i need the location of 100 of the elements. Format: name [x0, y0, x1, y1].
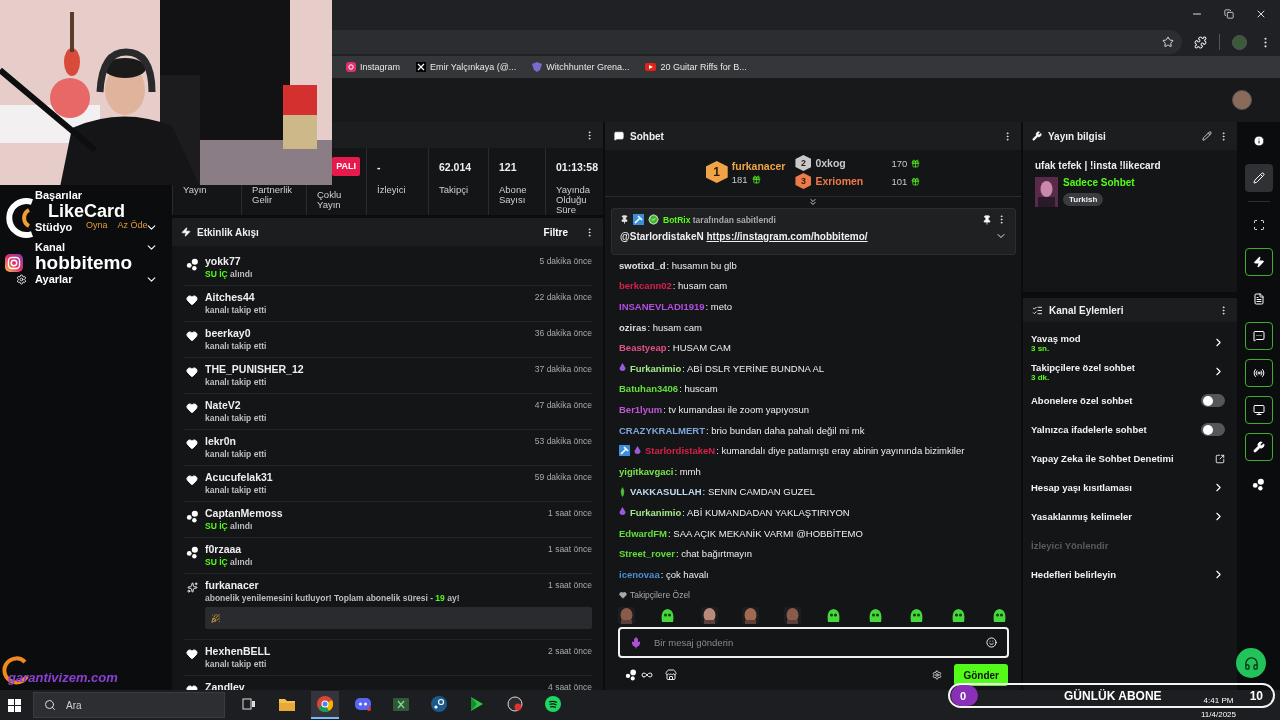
action-value: 3 sn. [1031, 343, 1050, 353]
channel-action[interactable]: Yalnızca ifadelerle sohbet [1023, 415, 1237, 444]
leaf-icon [619, 486, 626, 497]
channel-action[interactable]: Hedefleri belirleyin [1023, 560, 1237, 589]
stat-label: Yayında Olduğu Süre [556, 185, 592, 215]
date: 11/4/2025 [1201, 710, 1236, 719]
sidebar-tool-button[interactable] [1244, 396, 1273, 424]
bookmark[interactable]: Witchhunter Grena... [532, 62, 630, 72]
chat-username[interactable]: Furkanimio [630, 362, 682, 374]
extensions-button[interactable] [1194, 35, 1207, 49]
timestamp: 2 saat önce [548, 646, 592, 656]
link[interactable]: https://instagram.com/hobbitemo/ [706, 230, 868, 242]
sidebar-item[interactable]: Kanal [35, 241, 65, 253]
username: lekr0n [205, 435, 236, 447]
heart-icon [186, 366, 198, 378]
chat-username[interactable]: berkcann02 [619, 280, 672, 292]
dots-icon [185, 258, 199, 271]
sidebar-tool-button[interactable] [1244, 433, 1273, 461]
filter-button[interactable]: Filtre [533, 226, 578, 238]
bookmark[interactable]: Emir Yalçınkaya (@... [416, 62, 517, 72]
lightning-icon [181, 227, 191, 237]
avatar[interactable] [1232, 90, 1252, 110]
event-detail: kanalı takip etti [205, 448, 268, 461]
chat-username[interactable]: icenovaa [619, 568, 660, 580]
chat-username[interactable]: Beastyeap [619, 342, 667, 354]
smile-icon[interactable] [986, 637, 997, 648]
chat-app-icon [355, 697, 371, 711]
action-label: İzleyici Yönlendir [1031, 540, 1110, 551]
bookmark[interactable]: 20 Guitar Riffs for B... [645, 62, 747, 72]
store-button[interactable] [665, 669, 677, 681]
chat-message-text: : tv kumandası ile zoom yapıyosun [663, 403, 810, 415]
dots-icon [625, 669, 637, 681]
chat-username[interactable]: Street_rover [619, 548, 675, 560]
username: 0xkog [815, 157, 847, 169]
sidebar-tool-button[interactable] [1244, 248, 1273, 276]
stat-label: İzleyici [377, 185, 407, 195]
message-field[interactable]: Bir mesaj gönderin [618, 627, 1009, 658]
chat-username[interactable]: EdwardFM [619, 527, 668, 539]
bookmark[interactable]: Instagram [346, 62, 401, 72]
heart-icon [186, 330, 198, 342]
stat-value: 62.014 [439, 160, 473, 174]
chat-message-text: : huscam [679, 383, 718, 395]
sidebar-tool-button[interactable] [1244, 164, 1273, 192]
emote-section-label: Takipçilere Özel [630, 590, 690, 600]
channel-action[interactable]: Hesap yaşı kısıtlaması [1023, 473, 1237, 502]
channel-action[interactable]: Yavaş mod 3 sn. [1023, 328, 1237, 357]
username: furkanacer [205, 579, 259, 591]
send-button[interactable]: Gönder [954, 664, 1008, 686]
toggle-switch[interactable] [1201, 423, 1225, 436]
sidebar-item[interactable]: Başarılar [35, 189, 83, 201]
search-field[interactable]: Ara [64, 698, 214, 712]
toggle-switch[interactable] [1201, 394, 1225, 407]
chat-username[interactable]: yigitkavgaci [619, 465, 674, 477]
windows-icon[interactable] [8, 698, 21, 712]
tagline: Az Öde [117, 220, 148, 231]
tagline: Oyna [86, 220, 108, 231]
chat-username[interactable]: Ber1lyum [619, 403, 663, 415]
chat-username[interactable]: swotixd_d [619, 259, 666, 271]
channel-action[interactable]: Abonelere özel sohbet [1023, 386, 1237, 415]
sidebar-item[interactable]: Ayarlar [35, 273, 73, 285]
chat-username[interactable]: Furkanimio [630, 506, 682, 518]
channel-action[interactable]: Yapay Zeka ile Sohbet Denetimi [1023, 444, 1237, 473]
microphone-icon[interactable] [630, 636, 642, 649]
chat-username[interactable]: INSANEVLADI1919 [619, 301, 705, 312]
panel-title: Yayın bilgisi [1048, 130, 1107, 142]
category-link[interactable]: Sadece Sohbet [1063, 177, 1135, 188]
dots-icon [1252, 477, 1265, 491]
search-box[interactable]: Ara [33, 692, 225, 718]
lightning-icon [1252, 256, 1265, 268]
channel-action[interactable]: Takipçilere özel sohbet 3 dk. [1023, 357, 1237, 386]
chat-message-text: : çok havalı [660, 568, 709, 580]
chat-message-text: : husam cam [647, 321, 702, 333]
rank-badge: 2 [795, 155, 812, 171]
panel-title: Etkinlik Akışı [197, 226, 260, 238]
stat-label: Takipçi [439, 185, 470, 195]
gift-icon [911, 158, 921, 168]
action-label: Hedefleri belirleyin [1031, 569, 1117, 580]
pin-button[interactable] [982, 214, 992, 225]
sponsor-name: garantivizem.com [8, 669, 118, 685]
sidebar-tool-button[interactable] [1244, 322, 1273, 350]
chat-username[interactable]: StarlordistakeN [645, 445, 716, 457]
username: yokk77 [205, 255, 241, 267]
settings-icon [932, 670, 943, 680]
collapse-icon[interactable] [808, 197, 818, 207]
chat-username[interactable]: VAKKASULLAH [630, 486, 702, 498]
stream-title: ufak tefek | !insta !likecard [1035, 160, 1162, 171]
edit-button[interactable] [1202, 131, 1212, 141]
sidebar-tool-button[interactable] [1244, 359, 1273, 387]
chat-message-text: : kumandalı diye patlamıştı eray abinin yayınında bizimkiler [716, 445, 965, 457]
chat-username[interactable]: CRAZYKRALMERT [619, 424, 706, 436]
message-input[interactable]: Bir mesaj gönderin [652, 636, 976, 649]
channel-action[interactable]: Yasaklanmış kelimeler [1023, 502, 1237, 531]
taskbar-app[interactable] [311, 691, 339, 719]
star-icon[interactable] [1162, 36, 1174, 48]
chat-username[interactable]: Batuhan3406 [619, 383, 679, 395]
sidebar-item[interactable]: Stüdyo [35, 221, 73, 233]
chat-username[interactable]: oziras [619, 321, 647, 333]
action-label: Yapay Zeka ile Sohbet Denetimi [1031, 453, 1175, 464]
settings-button[interactable] [932, 670, 943, 680]
event-detail: SU İÇ alındı [205, 268, 254, 281]
